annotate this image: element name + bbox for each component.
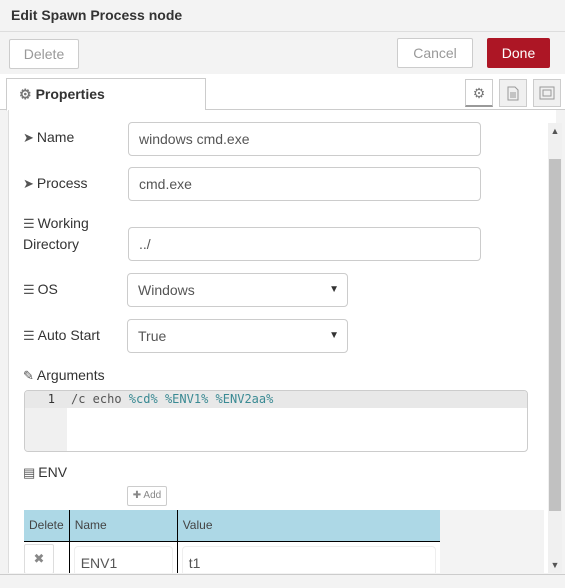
os-select[interactable]: Windows ▼: [127, 273, 348, 307]
cancel-button[interactable]: Cancel: [397, 38, 473, 68]
env-table: Delete Name Value ✖ ENV1 t1: [24, 510, 440, 573]
arguments-label: ✎ Arguments: [23, 367, 105, 383]
tag-icon: ➤: [23, 176, 34, 191]
os-label: ☰ OS: [23, 281, 58, 297]
list-icon: ☰: [23, 282, 35, 297]
delete-row-button[interactable]: ✖: [24, 543, 54, 573]
process-input[interactable]: cmd.exe: [128, 167, 481, 201]
plus-icon: ✚: [132, 490, 142, 501]
edit-icon: ✎: [23, 368, 34, 383]
env-value-input[interactable]: t1: [181, 545, 436, 573]
done-button[interactable]: Done: [487, 38, 550, 68]
tag-icon: ➤: [23, 130, 34, 145]
column-header-value: Value: [176, 510, 440, 542]
properties-panel: ➤ Name windows cmd.exe ➤ Process cmd.exe ☰…: [8, 110, 556, 573]
working-directory-label: ☰ Working Directory: [23, 215, 89, 252]
column-header-delete: Delete: [24, 510, 70, 542]
delete-button[interactable]: Delete: [9, 39, 79, 69]
dialog-title: Edit Spawn Process node: [0, 0, 565, 32]
chevron-down-icon: ▼: [329, 330, 339, 341]
close-icon: ✖: [33, 550, 45, 566]
description-tab-icon[interactable]: [499, 79, 527, 107]
env-name-input[interactable]: ENV1: [73, 545, 173, 573]
tab-properties[interactable]: ⚙ Properties: [6, 78, 206, 111]
button-bar: Delete Cancel Done: [0, 32, 565, 74]
list-icon: ☰: [23, 328, 35, 343]
arguments-editor[interactable]: 1 /c echo %cd% %ENV1% %ENV2aa%: [24, 390, 528, 452]
scrollbar-thumb[interactable]: [549, 159, 561, 511]
scroll-up-arrow-icon[interactable]: ▲: [548, 123, 562, 139]
os-select-value: Windows: [138, 282, 195, 298]
auto-start-select[interactable]: True ▼: [127, 319, 348, 353]
chevron-down-icon: ▼: [329, 284, 339, 295]
appearance-tab-icon[interactable]: [533, 79, 561, 107]
gear-icon: ⚙: [19, 86, 32, 102]
column-header-name: Name: [68, 510, 178, 542]
list-icon: ☰: [23, 216, 35, 231]
name-input[interactable]: windows cmd.exe: [128, 122, 481, 156]
dialog-footer: [0, 574, 565, 588]
vertical-scrollbar[interactable]: ▲ ▼: [548, 123, 562, 573]
settings-tab-icon[interactable]: ⚙: [465, 79, 493, 107]
process-label: ➤ Process: [23, 175, 88, 191]
env-table-container: Delete Name Value ✖ ENV1 t1: [24, 510, 544, 573]
scroll-down-arrow-icon[interactable]: ▼: [548, 557, 562, 573]
table-row: ✖ ENV1 t1: [24, 541, 440, 573]
tab-properties-label: Properties: [35, 86, 105, 102]
line-number: 1: [47, 392, 55, 406]
name-label: ➤ Name: [23, 129, 75, 145]
env-label: ▤ ENV: [23, 464, 68, 480]
auto-start-label: ☰ Auto Start: [23, 327, 100, 343]
arguments-code: /c echo %cd% %ENV1% %ENV2aa%: [71, 392, 274, 406]
working-directory-input[interactable]: ../: [128, 227, 481, 261]
add-env-button[interactable]: ✚ Add: [127, 486, 167, 506]
auto-start-select-value: True: [138, 328, 167, 344]
table-icon: ▤: [23, 465, 36, 480]
tab-bar: ⚙ Properties ⚙: [0, 74, 565, 111]
